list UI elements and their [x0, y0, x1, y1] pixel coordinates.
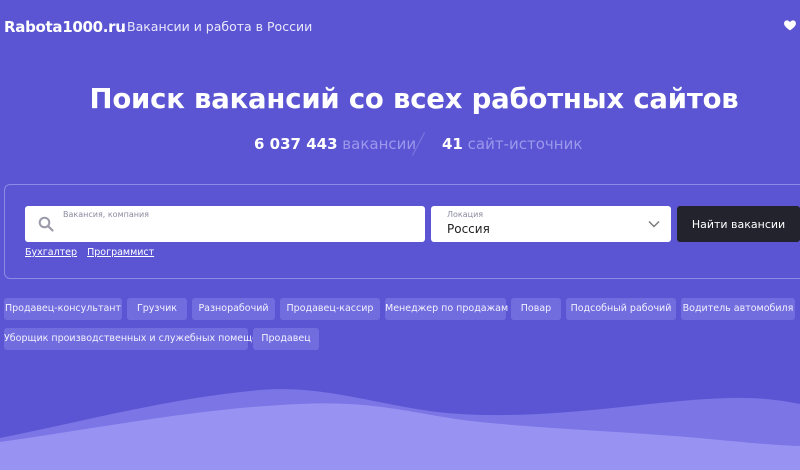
- quick-link-accountant[interactable]: Бухгалтер: [25, 247, 77, 258]
- page-title: Поиск вакансий со всех работных сайтов: [89, 83, 739, 115]
- chevron-down-icon[interactable]: [648, 220, 660, 228]
- quick-link-programmer[interactable]: Программист: [87, 247, 154, 258]
- vacancies-word: вакансии: [342, 135, 417, 153]
- job-chip[interactable]: Продавец-кассир: [280, 298, 380, 320]
- location-label: Локация: [447, 210, 484, 219]
- job-chip[interactable]: Разнорабочий: [192, 298, 275, 320]
- query-input[interactable]: [63, 221, 413, 237]
- job-chip[interactable]: Продавец: [253, 328, 319, 350]
- job-chip[interactable]: Уборщик производственных и служебных пом…: [4, 328, 277, 350]
- job-chip[interactable]: Менеджер по продажам: [385, 298, 508, 320]
- location-select[interactable]: Локация Россия: [431, 206, 671, 242]
- query-label: Вакансия, компания: [63, 210, 149, 219]
- job-chip[interactable]: Продавец-консультант: [4, 298, 122, 320]
- location-value: Россия: [447, 222, 490, 236]
- site-logo[interactable]: Rabota1000.ru: [4, 18, 126, 36]
- stats-bar: 6 037 443 вакансии 41 сайт-источник: [0, 132, 800, 157]
- sources-word: сайт-источник: [467, 135, 583, 153]
- heart-icon[interactable]: [783, 18, 797, 32]
- job-chip[interactable]: Водитель автомобиля: [681, 298, 795, 320]
- decorative-waves: [0, 389, 800, 470]
- sources-stat: 41 сайт-источник: [442, 135, 582, 153]
- header: Rabota1000.ru Вакансии и работа в России: [0, 0, 800, 52]
- quick-links: Бухгалтер Программист: [25, 247, 161, 258]
- vacancies-stat: 6 037 443 вакансии: [254, 135, 416, 153]
- sources-count: 41: [442, 135, 463, 153]
- query-field[interactable]: Вакансия, компания: [25, 206, 425, 242]
- site-tagline: Вакансии и работа в России: [127, 19, 313, 34]
- find-vacancies-button[interactable]: Найти вакансии: [677, 206, 800, 242]
- search-icon: [38, 216, 54, 232]
- job-chip[interactable]: Подсобный рабочий: [566, 298, 676, 320]
- job-chip[interactable]: Повар: [511, 298, 561, 320]
- job-chip[interactable]: Грузчик: [127, 298, 187, 320]
- vacancies-count: 6 037 443: [254, 135, 338, 153]
